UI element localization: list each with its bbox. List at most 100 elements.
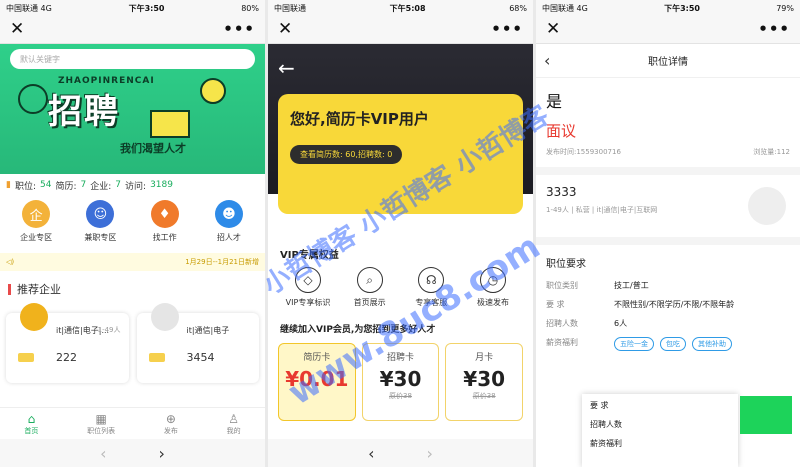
plan-card[interactable]: 月卡 ¥30 原价38 (445, 343, 524, 421)
stats-row: ▮ 职位: 54 简历: 7 企业: 7 访问: 3189 (0, 174, 265, 196)
back-chevron-icon[interactable]: ‹ (368, 444, 374, 463)
close-icon[interactable]: ✕ (10, 21, 24, 38)
network: 4G (40, 3, 52, 13)
req-row: 薪资福利 五险一金 包吃 其他补助 (546, 337, 790, 351)
card-tag (148, 353, 165, 362)
resumes-label: 简历: (55, 181, 77, 192)
banner-title: 招聘 (48, 92, 120, 132)
close-icon[interactable]: ✕ (278, 21, 292, 38)
tab-label: 职位列表 (87, 426, 116, 435)
job-summary: 是 面议 发布时间:1559300716 浏览量:112 (536, 78, 800, 167)
more-icon[interactable]: ••• (758, 22, 790, 37)
plan-original-price: 原价38 (472, 392, 496, 400)
tab-publish[interactable]: ⊕ 发布 (164, 412, 178, 436)
company-card[interactable]: it|通信|电子 3454 (136, 303, 259, 383)
speaker-icon: ◁) (6, 258, 15, 266)
benefit-label: 极速发布 (476, 298, 509, 307)
req-key: 招聘人数 (546, 319, 578, 328)
tie-icon: ♦ (150, 200, 179, 228)
card-count: 222 (56, 351, 77, 364)
search-doc-icon: ⌕ (356, 267, 383, 293)
req-value: 6人 (614, 319, 628, 328)
carrier: 中国联通 (542, 3, 574, 13)
category-company[interactable]: 企企业专区 (11, 200, 61, 243)
tab-mine[interactable]: ♙ 我的 (227, 412, 241, 436)
network: 4G (576, 3, 588, 13)
category-hire[interactable]: ☻ 招人才 (204, 200, 254, 243)
forward-chevron-icon[interactable]: › (159, 444, 165, 463)
view-count: 浏览量:112 (753, 148, 790, 156)
visits-count: 3189 (150, 180, 173, 190)
search-input[interactable]: 默认关键字 (10, 49, 255, 69)
company-logo (150, 303, 179, 331)
req-value: 技工/普工 (614, 281, 649, 290)
vip-benefits: VIP专属权益 ◇ VIP专享标识 ⌕ 首页展示 ☊ 专享客服 ◷ 极速发布 (268, 246, 533, 308)
benefit-label: VIP专享标识 (285, 298, 331, 307)
req-key: 要 求 (546, 300, 565, 309)
plan-card[interactable]: 招聘卡 ¥30 原价38 (361, 343, 440, 421)
user-icon: ♙ (228, 411, 239, 426)
benefit-fast: ◷ 极速发布 (465, 267, 521, 308)
deco-circle (18, 84, 48, 114)
category-label: 兼职专区 (84, 233, 117, 242)
tab-label: 我的 (226, 426, 241, 435)
mini-program-bar: ✕ ••• (268, 16, 533, 44)
more-icon[interactable]: ••• (223, 22, 255, 37)
plan-original-price: 原价38 (389, 392, 412, 400)
more-icon[interactable]: ••• (491, 22, 523, 37)
benefit-pill: 五险一金 (614, 337, 654, 351)
diamond-icon: ◇ (295, 267, 321, 293)
vip-header: ← 您好,简历卡VIP用户 查看简历数: 60,招聘数: 0 (268, 44, 533, 214)
hero-banner[interactable]: 默认关键字 ZHAOPINRENCAI 招聘 我们渴望人才 (0, 44, 265, 174)
tab-jobs[interactable]: ▦ 职位列表 (87, 412, 115, 436)
benefit-label: 首页展示 (353, 298, 386, 307)
browser-nav: ‹ › (0, 439, 265, 467)
person-icon: ☺ (86, 200, 115, 228)
back-chevron-icon[interactable]: ‹ (544, 51, 550, 70)
category-label: 找工作 (152, 233, 177, 242)
card-industry: it|通信|电子 (186, 326, 230, 335)
category-label: 企业专区 (20, 233, 53, 242)
mini-program-bar: ✕ ••• (536, 16, 800, 44)
tab-bar: ⌂ 首页 ▦ 职位列表 ⊕ 发布 ♙ 我的 (0, 407, 265, 439)
req-row: 要 求 不限性别/不限学历/不限/不限年龄 (546, 299, 790, 310)
benefit-pill: 包吃 (660, 337, 686, 351)
benefit-badge: ◇ VIP专享标识 (280, 267, 336, 308)
headset-icon: ☊ (418, 267, 445, 293)
overlay-popup: 要 求 招聘人数 薪资福利 (582, 394, 738, 467)
req-key: 薪资福利 (546, 338, 578, 347)
deco-circle (200, 78, 226, 104)
browser-nav: ‹ › (268, 439, 533, 467)
clock: 下午3:50 (664, 3, 700, 13)
battery: 68% (509, 3, 527, 13)
requirements-title: 职位要求 (546, 259, 586, 270)
forward-chevron-icon[interactable]: › (427, 444, 433, 463)
plan-list: 简历卡 ¥0.01 招聘卡 ¥30 原价38 月卡 ¥30 原价38 (268, 335, 533, 429)
plan-card[interactable]: 简历卡 ¥0.01 (278, 343, 356, 421)
page-header: ‹ 职位详情 (536, 44, 800, 78)
company-block[interactable]: 3333 1-49人 | 私营 | it|通信|电子|互联网 (536, 167, 800, 237)
category-find-job[interactable]: ♦ 找工作 (140, 200, 190, 243)
company-card[interactable]: it|通信|电子|... 1-49人 222 (6, 303, 129, 383)
notice-bar[interactable]: ◁) 1月29日--1月21日新增 (0, 253, 265, 271)
category-parttime[interactable]: ☺ 兼职专区 (75, 200, 125, 243)
benefit-home: ⌕ 首页展示 (342, 267, 398, 308)
back-arrow-icon[interactable]: ← (278, 56, 295, 80)
close-icon[interactable]: ✕ (546, 21, 560, 38)
plan-price: ¥0.01 (285, 367, 349, 391)
popup-row: 要 求 (590, 401, 609, 410)
back-chevron-icon[interactable]: ‹ (100, 444, 106, 463)
benefit-pill: 其他补助 (692, 337, 732, 351)
company-cards: it|通信|电子|... 1-49人 222 it|通信|电子 3454 (0, 303, 265, 383)
visits-label: 访问: (125, 181, 147, 192)
plan-name: 月卡 (475, 353, 494, 363)
phone-vip: 中国联通 下午5:08 68% ✕ ••• ← 您好,简历卡VIP用户 查看简历… (268, 0, 533, 467)
benefit-label: 专享客服 (415, 298, 448, 307)
status-bar: 中国联通 下午5:08 68% (268, 0, 533, 16)
deco-block (150, 110, 190, 138)
tab-home[interactable]: ⌂ 首页 (24, 412, 38, 436)
status-bar: 中国联通 4G 下午3:50 80% (0, 0, 265, 16)
popup-row: 招聘人数 (590, 420, 622, 429)
plus-icon: ⊕ (165, 411, 176, 426)
user-icon: ☻ (214, 200, 243, 228)
